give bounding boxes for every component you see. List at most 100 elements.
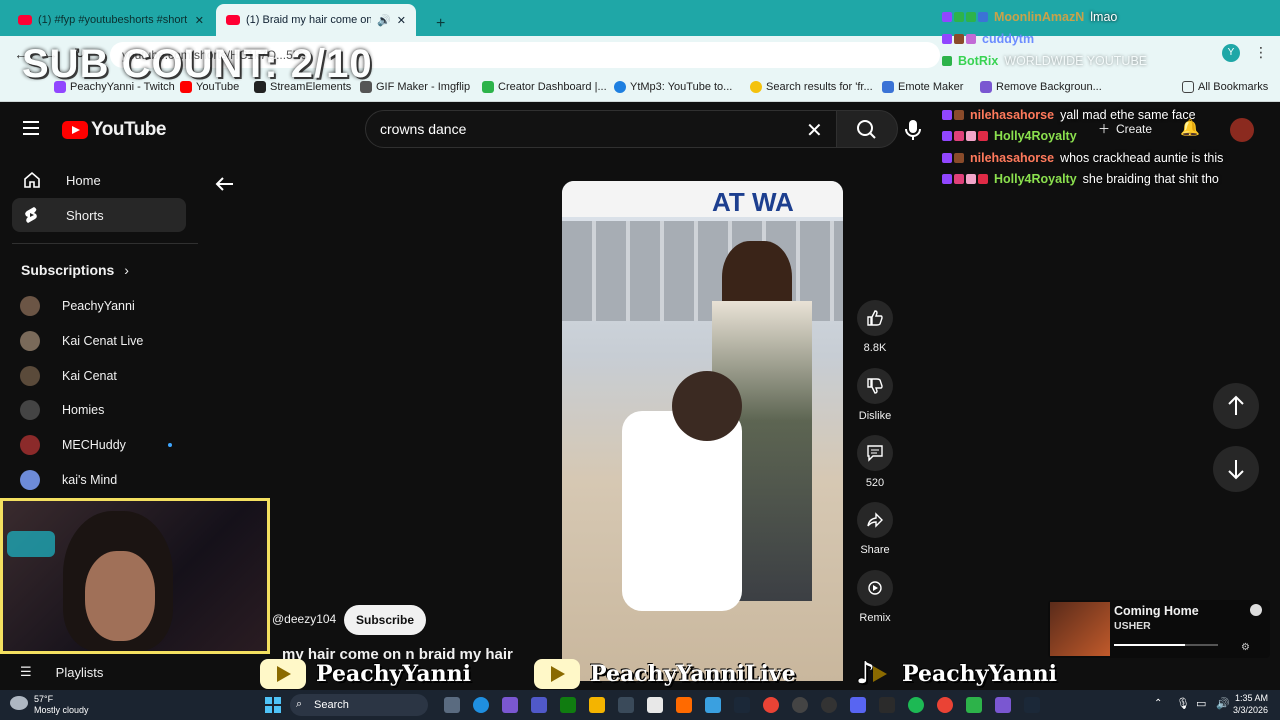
taskbar-search[interactable]: Search (290, 694, 428, 716)
subscription-item[interactable]: Homies (20, 400, 104, 420)
chrome-icon[interactable] (937, 697, 953, 713)
dislike-button[interactable]: Dislike (856, 368, 894, 422)
bookmark-item[interactable]: Creator Dashboard |... (482, 81, 607, 93)
short-video-player[interactable]: AT WA (562, 181, 843, 681)
spotify-icon[interactable] (908, 697, 924, 713)
avatar (20, 366, 40, 386)
close-tab-icon[interactable]: ✕ (397, 14, 406, 27)
discord-icon[interactable] (850, 697, 866, 713)
bookmark-item[interactable]: GIF Maker - Imgflip (360, 81, 470, 93)
app-icon[interactable] (966, 697, 982, 713)
bookmark-item[interactable]: Remove Backgroun... (980, 81, 1102, 93)
clear-search-icon[interactable]: ✕ (806, 118, 823, 143)
app-icon[interactable] (821, 697, 837, 713)
chat-message: nilehasahorse yall mad ethe same face (942, 108, 1196, 122)
song-title: Coming Home (1114, 604, 1199, 618)
app-icon[interactable] (676, 697, 692, 713)
clock-time[interactable]: 1:35 AM (1228, 693, 1268, 703)
social-youtube-1: PeachyYanni (260, 658, 471, 690)
speaker-icon[interactable]: 🔊 (377, 14, 391, 27)
xbox-icon[interactable] (560, 697, 576, 713)
sub-count-overlay: SUB COUNT: 2/10 (22, 42, 373, 86)
microphone-icon[interactable]: 🎙 (1176, 697, 1190, 710)
all-bookmarks-button[interactable]: All Bookmarks (1182, 81, 1268, 93)
clock-date[interactable]: 3/3/2026 (1228, 705, 1268, 715)
weather-temp: 57°F (34, 694, 54, 704)
chat-badges (942, 174, 988, 184)
song-progress-bar (1114, 644, 1218, 646)
app-icon[interactable] (879, 697, 895, 713)
previous-short-button[interactable] (1213, 383, 1259, 429)
steam-icon[interactable] (1024, 697, 1040, 713)
close-tab-icon[interactable]: ✕ (195, 14, 204, 27)
comments-button[interactable]: 520 (856, 435, 894, 489)
sidebar-item-home[interactable]: Home (12, 163, 186, 197)
youtube-favicon-icon (18, 15, 32, 25)
browser-tab-active[interactable]: (1) Braid my hair come on n 🔊 ✕ (216, 4, 416, 36)
subscriptions-header[interactable]: Subscriptions › (21, 262, 129, 278)
like-button[interactable]: 8.8K (856, 300, 894, 354)
sidebar-item-shorts[interactable]: Shorts (12, 198, 186, 232)
channel-handle[interactable]: @deezy104 (272, 612, 336, 626)
windows-start-icon[interactable] (265, 697, 281, 713)
store-icon[interactable] (618, 697, 634, 713)
subscription-item[interactable]: Kai Cenat (20, 366, 117, 386)
youtube-favicon-icon (226, 15, 240, 25)
youtube-logo[interactable]: YouTube (62, 119, 166, 141)
search-button[interactable] (836, 110, 898, 148)
back-arrow-button[interactable] (214, 174, 236, 194)
bookmark-item[interactable]: YtMp3: YouTube to... (614, 81, 732, 93)
search-input[interactable]: crowns dance (365, 110, 840, 148)
sidebar-item-playlists[interactable]: ☰ Playlists (20, 664, 103, 680)
tab-title: (1) #fyp #youtubeshorts #short (38, 14, 188, 26)
account-avatar[interactable] (1230, 118, 1254, 142)
copilot-icon[interactable] (502, 697, 518, 713)
avatar (20, 400, 40, 420)
task-view-icon[interactable] (444, 697, 460, 713)
creator-dashboard-icon (482, 81, 494, 93)
arrow-left-icon (215, 177, 233, 191)
bookmark-item[interactable]: Emote Maker (882, 81, 963, 93)
man-head (672, 371, 742, 441)
app-icon[interactable] (995, 697, 1011, 713)
album-art (1050, 602, 1110, 656)
new-content-dot (168, 443, 172, 447)
voice-search-button[interactable] (898, 114, 928, 144)
youtube-play-icon (62, 121, 88, 139)
subscribe-button[interactable]: Subscribe (344, 605, 426, 635)
plus-icon: ＋ (1098, 122, 1111, 136)
remix-button[interactable]: Remix (856, 570, 894, 624)
thumbs-down-icon (857, 368, 893, 404)
share-button[interactable]: Share (856, 502, 894, 556)
chevron-up-icon[interactable]: ⌃ (1154, 698, 1162, 709)
search-icon (857, 120, 876, 139)
app-icon[interactable] (705, 697, 721, 713)
subscription-item[interactable]: Kai Cenat Live (20, 331, 143, 351)
weather-cloud-icon (10, 696, 28, 710)
youtube-play-icon (260, 659, 306, 689)
tiktok-icon: ♪ (856, 659, 892, 689)
teams-icon[interactable] (531, 697, 547, 713)
edge-icon[interactable] (473, 697, 489, 713)
create-button[interactable]: ＋ Create (1098, 120, 1152, 137)
chat-badges (942, 34, 976, 44)
bookmark-item[interactable]: Search results for 'fr... (750, 81, 873, 93)
chat-message: MoonlinAmazN lmao (942, 10, 1117, 24)
steam-icon[interactable] (734, 697, 750, 713)
file-explorer-icon[interactable] (589, 697, 605, 713)
subscription-item[interactable]: MECHuddy (20, 435, 172, 455)
subscription-item[interactable]: kai's Mind (20, 470, 117, 490)
next-short-button[interactable] (1213, 446, 1259, 492)
network-icon[interactable]: ▭ (1196, 697, 1206, 710)
chat-badges (942, 131, 988, 141)
menu-kebab-icon[interactable]: ⋮ (1254, 44, 1268, 61)
hamburger-menu-icon[interactable] (23, 121, 39, 135)
document-icon[interactable] (647, 697, 663, 713)
subscription-item[interactable]: PeachyYanni (20, 296, 135, 316)
obs-icon[interactable] (792, 697, 808, 713)
neon-sign (7, 531, 55, 557)
chrome-icon[interactable] (763, 697, 779, 713)
browser-tab[interactable]: (1) #fyp #youtubeshorts #short ✕ (8, 4, 214, 36)
profile-avatar[interactable]: Y (1222, 44, 1240, 62)
chat-message: Holly4Royalty she braiding that shit tho (942, 172, 1219, 186)
